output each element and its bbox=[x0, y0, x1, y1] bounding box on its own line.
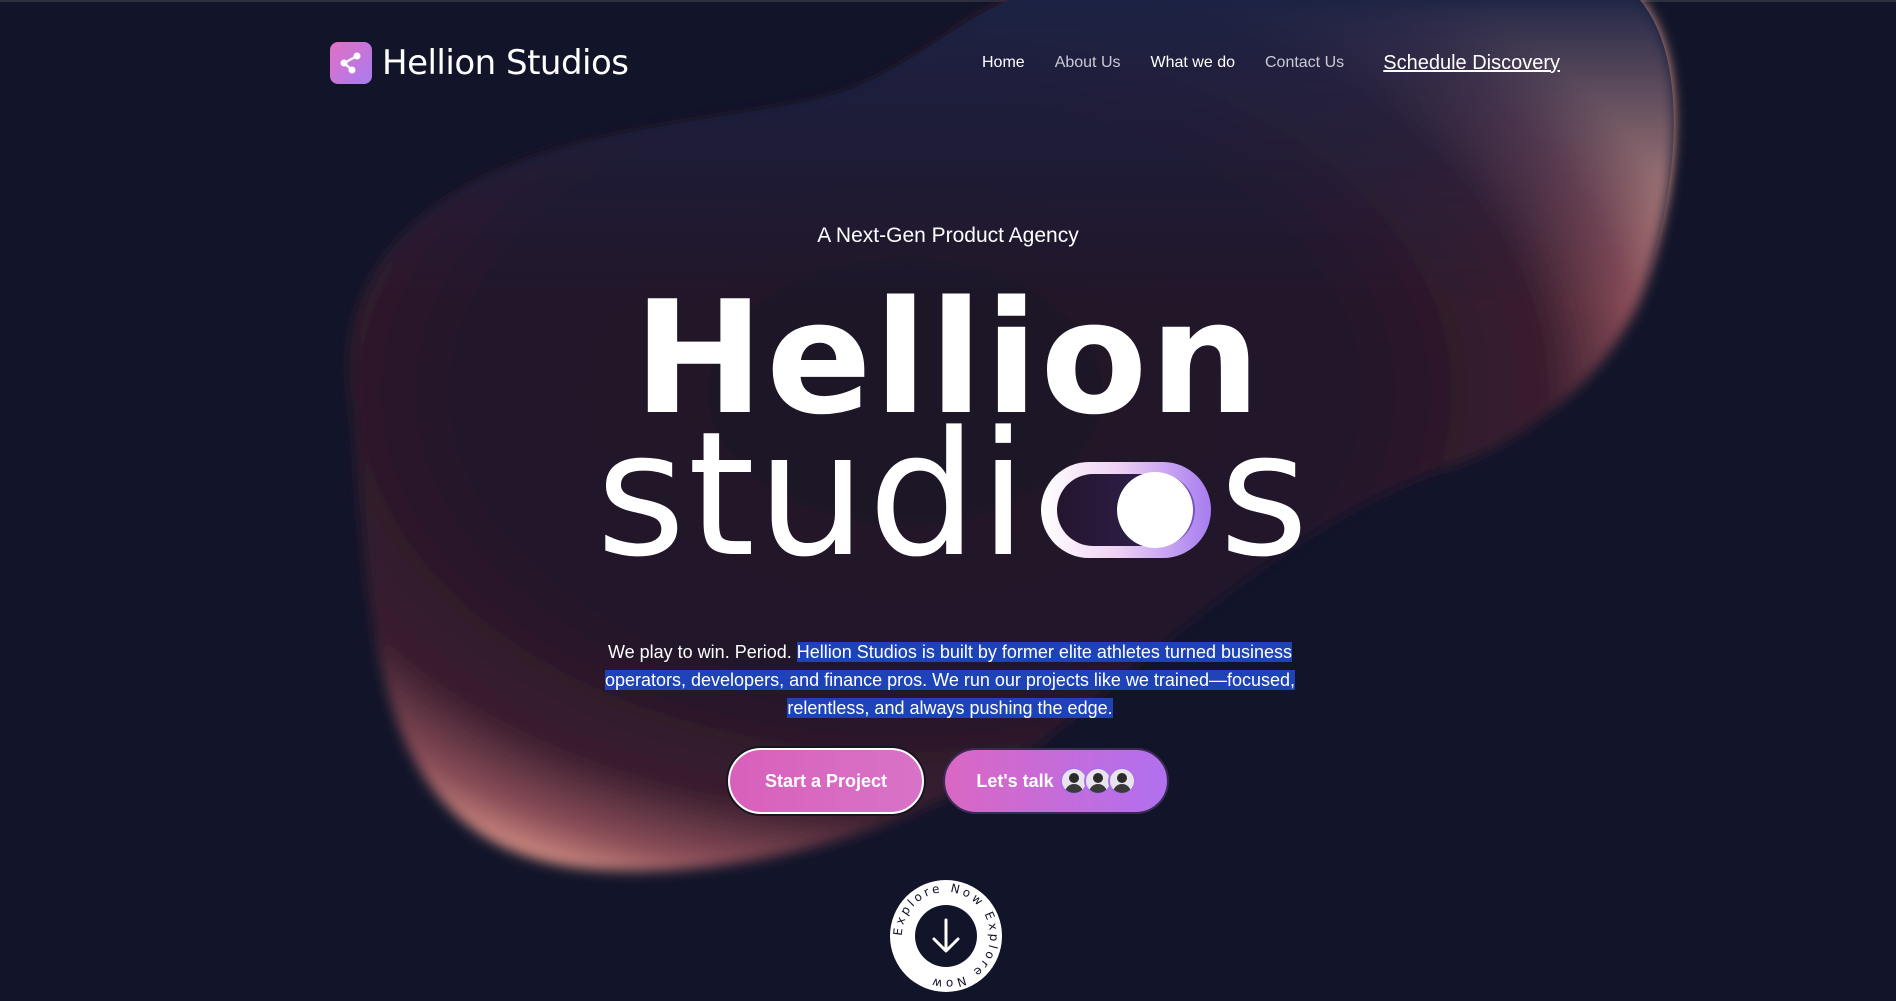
hero-eyebrow: A Next-Gen Product Agency bbox=[817, 224, 1079, 247]
avatar bbox=[1107, 767, 1136, 795]
explore-now-scroll-button[interactable]: Explore Now Explore Now bbox=[886, 876, 1006, 996]
start-project-button[interactable]: Start a Project bbox=[728, 748, 924, 814]
team-avatars bbox=[1059, 767, 1136, 795]
top-navigation: Hellion Studios Home About Us What we do… bbox=[330, 40, 1560, 86]
nav-link-about-us[interactable]: About Us bbox=[1055, 54, 1121, 72]
start-project-label: Start a Project bbox=[764, 770, 888, 791]
description-lead: We play to win. Period. bbox=[607, 642, 792, 662]
main-menu: Home About Us What we do Contact Us bbox=[982, 40, 1374, 86]
lets-talk-label: Let's talk bbox=[976, 770, 1054, 791]
brand-logo-link[interactable]: Hellion Studios bbox=[330, 40, 629, 86]
nav-link-what-we-do[interactable]: What we do bbox=[1151, 54, 1235, 72]
schedule-discovery-link[interactable]: Schedule Discovery bbox=[1383, 40, 1560, 86]
brand-name: Hellion Studios bbox=[382, 43, 629, 83]
hero-title-s: s bbox=[1219, 394, 1311, 595]
hero-description: We play to win. Period. Hellion Studios … bbox=[600, 638, 1300, 722]
toggle-o-graphic bbox=[1041, 462, 1212, 558]
hero-title-studi: studi bbox=[596, 394, 1030, 595]
nav-link-contact-us[interactable]: Contact Us bbox=[1265, 54, 1344, 72]
hero-title-line2: studi s bbox=[596, 394, 1311, 595]
nodes-logo-icon bbox=[330, 42, 372, 84]
nav-link-home[interactable]: Home bbox=[982, 54, 1025, 72]
lets-talk-button[interactable]: Let's talk bbox=[943, 748, 1169, 814]
toggle-knob bbox=[1117, 472, 1194, 548]
